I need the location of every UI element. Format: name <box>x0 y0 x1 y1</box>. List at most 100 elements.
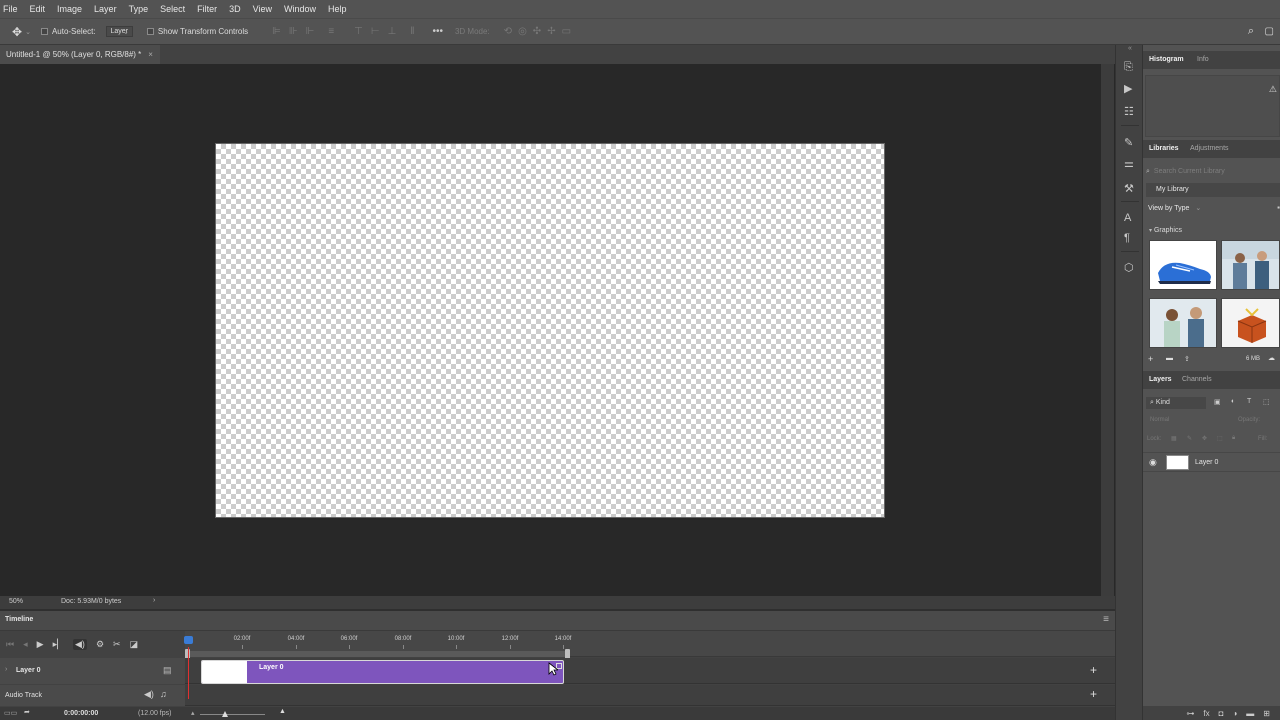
menu-select[interactable]: Select <box>154 0 191 18</box>
type-filter-icon[interactable]: T <box>1247 398 1251 405</box>
layer-name[interactable]: Layer 0 <box>1195 459 1218 466</box>
zoom-slider-knob[interactable] <box>222 711 228 717</box>
3d-slide-icon[interactable]: ✢ <box>547 26 555 37</box>
audio-track-header[interactable]: Audio Track ◀) ♫ <box>0 685 185 706</box>
audio-mute-icon[interactable]: ◀) <box>73 638 87 650</box>
panel-menu-icon[interactable]: ≡ <box>1103 614 1109 625</box>
library-dropdown[interactable]: My Library <box>1146 183 1280 197</box>
zoom-out-icon[interactable]: ▴ <box>191 709 195 717</box>
tab-channels[interactable]: Channels <box>1182 376 1212 383</box>
lock-all-icon[interactable]: 🔒︎ <box>1232 435 1235 442</box>
render-video-icon[interactable]: ➦ <box>24 708 30 716</box>
zoom-in-icon[interactable]: ▲ <box>279 708 286 715</box>
tab-histogram[interactable]: Histogram <box>1149 56 1184 63</box>
move-tool-icon[interactable]: ✥ <box>12 25 22 39</box>
music-note-icon[interactable]: ♫ <box>160 689 167 699</box>
align-left-icon[interactable]: ⊫ <box>272 26 281 37</box>
workspace-icon[interactable]: ▢ <box>1265 26 1274 37</box>
upload-icon[interactable]: ⇪ <box>1184 355 1190 363</box>
graphics-section[interactable]: ▾ Graphics <box>1149 227 1182 234</box>
brush-icon[interactable]: ✎ <box>1124 136 1133 149</box>
add-icon[interactable]: + <box>1148 354 1153 364</box>
collapse-icon[interactable]: « <box>1128 45 1132 52</box>
vertical-scrollbar[interactable] <box>1101 64 1114 596</box>
tab-layers[interactable]: Layers <box>1149 376 1172 383</box>
menu-help[interactable]: Help <box>322 0 353 18</box>
checkbox[interactable] <box>146 28 154 35</box>
add-audio-icon[interactable]: + <box>1090 687 1097 701</box>
search-icon[interactable]: ⌕ <box>1248 25 1254 38</box>
align-top-icon[interactable]: ⊤ <box>354 26 363 37</box>
playhead-handle[interactable] <box>184 636 193 644</box>
add-media-icon[interactable]: + <box>1090 663 1097 677</box>
time-ruler[interactable]: 02:00f 04:00f 06:00f 08:00f 10:00f 12:00… <box>184 631 1115 659</box>
frame-animation-icon[interactable]: ▭▭ <box>4 709 17 717</box>
library-search-input[interactable]: ⌕ Search Current Library <box>1146 165 1280 178</box>
timeline-zoom-slider[interactable] <box>200 714 265 715</box>
film-strip-icon[interactable]: ▤ <box>163 665 172 676</box>
volume-icon[interactable]: ◀) <box>144 689 154 700</box>
split-scissors-icon[interactable]: ✂ <box>113 639 121 650</box>
align-right-icon[interactable]: ⊩ <box>306 26 315 37</box>
chevron-down-icon[interactable]: ⌄ <box>25 28 31 36</box>
more-options-icon[interactable]: ••• <box>432 26 443 37</box>
warning-icon[interactable]: ⚠ <box>1269 84 1277 95</box>
go-to-first-frame-icon[interactable]: ⏮ <box>6 639 14 650</box>
3d-rotate-icon[interactable]: ⟲ <box>504 26 512 37</box>
timeline-title[interactable]: Timeline <box>5 616 33 623</box>
blend-mode-dropdown[interactable]: Normal <box>1150 417 1169 423</box>
menu-filter[interactable]: Filter <box>191 0 223 18</box>
link-icon[interactable]: ⊶ <box>1186 709 1194 718</box>
cloud-icon[interactable]: ☁ <box>1268 354 1275 362</box>
lock-position-icon[interactable]: ✥ <box>1202 435 1207 442</box>
kind-filter-dropdown[interactable]: ⌕ Kind <box>1146 397 1206 409</box>
play-icon[interactable]: ▶ <box>37 639 44 650</box>
properties-icon[interactable]: ☷ <box>1124 105 1134 118</box>
visibility-eye-icon[interactable]: ◉ <box>1149 457 1157 468</box>
align-center-icon[interactable]: ⊪ <box>289 26 298 37</box>
menu-view[interactable]: View <box>247 0 278 18</box>
distribute-icon[interactable]: ≡ <box>328 26 334 37</box>
group-folder-icon[interactable]: ▬ <box>1246 709 1254 718</box>
lock-transparent-icon[interactable]: ▦ <box>1171 435 1177 442</box>
3d-camera-icon[interactable]: ▭ <box>562 26 571 37</box>
align-middle-icon[interactable]: ⊢ <box>371 26 380 37</box>
graphic-thumbnail-people[interactable] <box>1221 240 1280 290</box>
show-transform-checkbox[interactable]: Show Transform Controls <box>146 27 248 36</box>
3d-roll-icon[interactable]: ◎ <box>518 26 527 37</box>
brush-settings-icon[interactable]: ⚌ <box>1124 157 1134 170</box>
shape-filter-icon[interactable]: ⬚ <box>1263 398 1270 406</box>
lock-image-icon[interactable]: ✎ <box>1187 435 1192 442</box>
folder-icon[interactable]: ▬ <box>1166 355 1173 362</box>
expand-caret-icon[interactable]: › <box>5 666 7 673</box>
graphic-thumbnail-box[interactable] <box>1221 298 1280 348</box>
fx-icon[interactable]: fx <box>1203 709 1209 718</box>
paragraph-icon[interactable]: ¶ <box>1124 232 1130 244</box>
menu-3d[interactable]: 3D <box>223 0 247 18</box>
layer-clip[interactable]: Layer 0 <box>201 660 564 684</box>
tab-info[interactable]: Info <box>1197 56 1209 63</box>
view-by-dropdown[interactable]: View by Type ⌄ <box>1148 204 1201 212</box>
mask-icon[interactable]: ◘ <box>1219 709 1224 718</box>
3d-pan-icon[interactable]: ✣ <box>533 26 541 37</box>
document-tab[interactable]: Untitled-1 @ 50% (Layer 0, RGB/8#) * × <box>0 45 160 64</box>
adjustment-layer-icon[interactable]: ◑ <box>1232 709 1237 718</box>
layer-track-header[interactable]: › Layer 0 ▤ <box>0 658 185 684</box>
graphic-thumbnail-couple[interactable] <box>1149 298 1217 348</box>
auto-select-checkbox[interactable]: Auto-Select: <box>40 27 96 36</box>
3d-cube-icon[interactable]: ⬡ <box>1124 261 1134 274</box>
tab-libraries[interactable]: Libraries <box>1149 145 1179 152</box>
actions-icon[interactable]: ▶ <box>1124 82 1132 95</box>
new-layer-icon[interactable]: ⊞ <box>1263 709 1270 718</box>
work-area-bar[interactable] <box>187 651 567 657</box>
chevron-right-icon[interactable]: › <box>153 597 155 604</box>
graphic-thumbnail-shoe[interactable] <box>1149 240 1217 290</box>
settings-icon[interactable]: ⚙ <box>96 639 104 650</box>
character-icon[interactable]: A <box>1124 212 1131 224</box>
previous-frame-icon[interactable]: ◂ <box>23 639 28 650</box>
lock-artboard-icon[interactable]: ⬚ <box>1217 435 1223 442</box>
menu-layer[interactable]: Layer <box>88 0 123 18</box>
close-icon[interactable]: × <box>148 50 153 59</box>
distribute-horizontal-icon[interactable]: ‖ <box>410 26 414 37</box>
menu-window[interactable]: Window <box>278 0 322 18</box>
